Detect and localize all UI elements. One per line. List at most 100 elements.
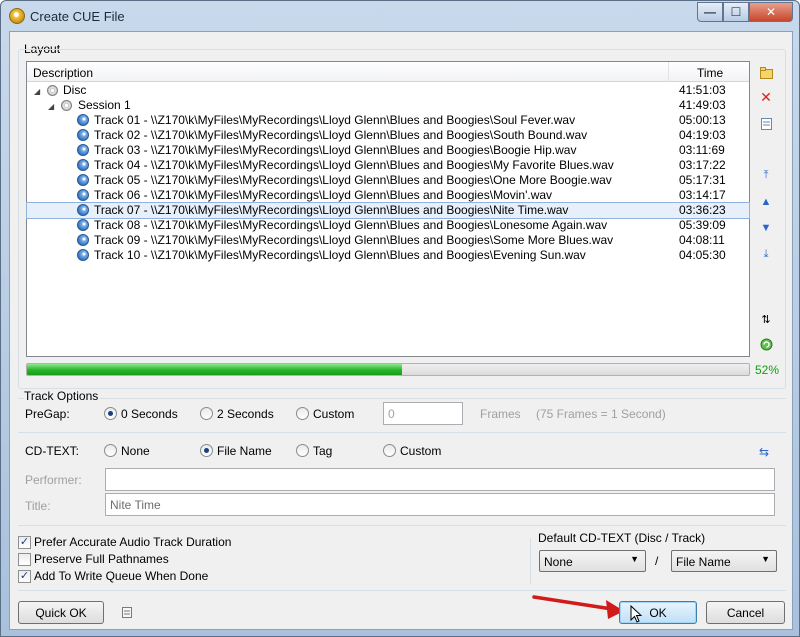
sort-icon[interactable]: ⇅ [758, 311, 774, 327]
track-label: Track 02 - \\Z170\k\MyFiles\MyRecordings… [94, 128, 588, 142]
cdtext-tag-label[interactable]: Tag [313, 444, 332, 458]
progress-bar [26, 363, 750, 376]
move-top-icon[interactable]: ⤒ [758, 167, 774, 183]
cdtext-none-radio[interactable] [104, 444, 117, 457]
track-label: Track 07 - \\Z170\k\MyFiles\MyRecordings… [94, 203, 569, 217]
audio-track-icon [77, 114, 89, 126]
description-column-header[interactable]: Description [33, 66, 93, 80]
cdtext-none-label[interactable]: None [121, 444, 150, 458]
performer-label: Performer: [25, 473, 82, 487]
track-time: 04:19:03 [679, 128, 726, 142]
frames-label: Frames [480, 407, 521, 421]
swap-icon[interactable]: ⇆ [756, 444, 772, 460]
quick-ok-button[interactable]: Quick OK [18, 601, 104, 624]
frames-hint: (75 Frames = 1 Second) [536, 407, 666, 421]
audio-track-icon [77, 174, 89, 186]
session-row[interactable]: ◢ Session 1 41:49:03 [27, 98, 749, 113]
cancel-button[interactable]: Cancel [706, 601, 785, 624]
chevron-down-icon: ▼ [761, 554, 770, 564]
caption-buttons: — ☐ ✕ [697, 2, 793, 22]
cdtext-divider [18, 432, 786, 433]
pregap-custom-radio[interactable] [296, 407, 309, 420]
dialog-window: Create CUE File — ☐ ✕ Layout Description… [0, 0, 800, 637]
maximize-button[interactable]: ☐ [723, 2, 749, 22]
track-row[interactable]: Track 02 - \\Z170\k\MyFiles\MyRecordings… [27, 128, 749, 143]
properties-icon[interactable] [758, 116, 774, 132]
track-row[interactable]: Track 08 - \\Z170\k\MyFiles\MyRecordings… [27, 218, 749, 233]
pregap-label: PreGap: [25, 407, 70, 421]
close-button[interactable]: ✕ [749, 2, 793, 22]
track-label: Track 03 - \\Z170\k\MyFiles\MyRecordings… [94, 143, 577, 157]
cdtext-custom-radio[interactable] [383, 444, 396, 457]
cdtext-file-name-label[interactable]: File Name [217, 444, 272, 458]
track-label: Track 10 - \\Z170\k\MyFiles\MyRecordings… [94, 248, 586, 262]
collapse-icon[interactable]: ◢ [48, 99, 54, 114]
preserve-full-pathnames-checkbox[interactable] [18, 553, 31, 566]
title-bar: Create CUE File — ☐ ✕ [1, 1, 799, 31]
pregap-0-seconds-label[interactable]: 0 Seconds [121, 407, 178, 421]
default-disc-cdtext-select[interactable]: None ▼ [539, 550, 646, 572]
default-track-cdtext-value: File Name [676, 555, 731, 569]
list-body: ◢ Disc 41:51:03 ◢ Session 1 41:49:03 Tra… [26, 83, 750, 263]
session-icon [61, 100, 72, 111]
bottom-divider [18, 525, 786, 526]
audio-track-icon [77, 219, 89, 231]
title-input[interactable]: Nite Time [105, 493, 775, 516]
disc-time: 41:51:03 [679, 83, 726, 97]
track-row[interactable]: Track 05 - \\Z170\k\MyFiles\MyRecordings… [27, 173, 749, 188]
track-time: 04:05:30 [679, 248, 726, 262]
session-time: 41:49:03 [679, 98, 726, 112]
move-up-icon[interactable]: ▲ [758, 194, 774, 210]
track-row[interactable]: Track 07 - \\Z170\k\MyFiles\MyRecordings… [26, 202, 750, 219]
move-down-icon[interactable]: ▼ [758, 220, 774, 236]
minimize-button[interactable]: — [697, 2, 723, 22]
list-header: Description Time [27, 62, 749, 82]
track-label: Track 06 - \\Z170\k\MyFiles\MyRecordings… [94, 188, 553, 202]
add-file-icon[interactable] [758, 65, 774, 81]
track-row[interactable]: Track 04 - \\Z170\k\MyFiles\MyRecordings… [27, 158, 749, 173]
track-row[interactable]: Track 03 - \\Z170\k\MyFiles\MyRecordings… [27, 143, 749, 158]
default-track-cdtext-select[interactable]: File Name ▼ [671, 550, 777, 572]
track-time: 04:08:11 [679, 233, 725, 247]
prefer-accurate-duration-checkbox[interactable]: ✓ [18, 536, 31, 549]
track-row[interactable]: Track 10 - \\Z170\k\MyFiles\MyRecordings… [27, 248, 749, 263]
add-to-write-queue-checkbox[interactable]: ✓ [18, 570, 31, 583]
chevron-down-icon: ▼ [630, 554, 639, 564]
audio-track-icon [77, 249, 89, 261]
pregap-0-seconds-radio[interactable] [104, 407, 117, 420]
pregap-2-seconds-label[interactable]: 2 Seconds [217, 407, 274, 421]
default-disc-cdtext-value: None [544, 555, 573, 569]
performer-input[interactable] [105, 468, 775, 491]
track-time: 05:17:31 [679, 173, 726, 187]
cdtext-file-name-radio[interactable] [200, 444, 213, 457]
delete-icon[interactable]: ✕ [758, 89, 774, 105]
clipboard-icon[interactable] [119, 604, 135, 620]
disc-icon [47, 85, 58, 96]
app-disc-icon [9, 8, 25, 24]
track-row[interactable]: Track 01 - \\Z170\k\MyFiles\MyRecordings… [27, 113, 749, 128]
pregap-frames-input[interactable]: 0 [383, 402, 463, 425]
track-time: 05:00:13 [679, 113, 726, 127]
disc-label: Disc [63, 83, 87, 97]
prefer-accurate-duration-label[interactable]: Prefer Accurate Audio Track Duration [34, 535, 231, 549]
audio-track-icon [77, 234, 89, 246]
time-column-header[interactable]: Time [668, 62, 749, 82]
track-row[interactable]: Track 06 - \\Z170\k\MyFiles\MyRecordings… [27, 188, 749, 203]
audio-track-icon [77, 159, 89, 171]
pregap-2-seconds-radio[interactable] [200, 407, 213, 420]
pregap-custom-label[interactable]: Custom [313, 407, 354, 421]
default-cdtext-label: Default CD-TEXT (Disc / Track) [538, 531, 706, 545]
cdtext-tag-radio[interactable] [296, 444, 309, 457]
track-label: Track 05 - \\Z170\k\MyFiles\MyRecordings… [94, 173, 612, 187]
add-to-write-queue-label[interactable]: Add To Write Queue When Done [34, 569, 208, 583]
refresh-icon[interactable] [758, 336, 774, 352]
dialog-client-area: Layout Description Time ◢ Disc 41:51:03 … [9, 31, 793, 630]
track-list[interactable]: Description Time ◢ Disc 41:51:03 ◢ Sessi… [26, 61, 750, 357]
collapse-icon[interactable]: ◢ [34, 84, 40, 99]
cdtext-custom-label[interactable]: Custom [400, 444, 441, 458]
preserve-full-pathnames-label[interactable]: Preserve Full Pathnames [34, 552, 169, 566]
disc-row[interactable]: ◢ Disc 41:51:03 [27, 83, 749, 98]
track-row[interactable]: Track 09 - \\Z170\k\MyFiles\MyRecordings… [27, 233, 749, 248]
annotation-arrow [532, 595, 624, 619]
move-bottom-icon[interactable]: ⤓ [758, 246, 774, 262]
